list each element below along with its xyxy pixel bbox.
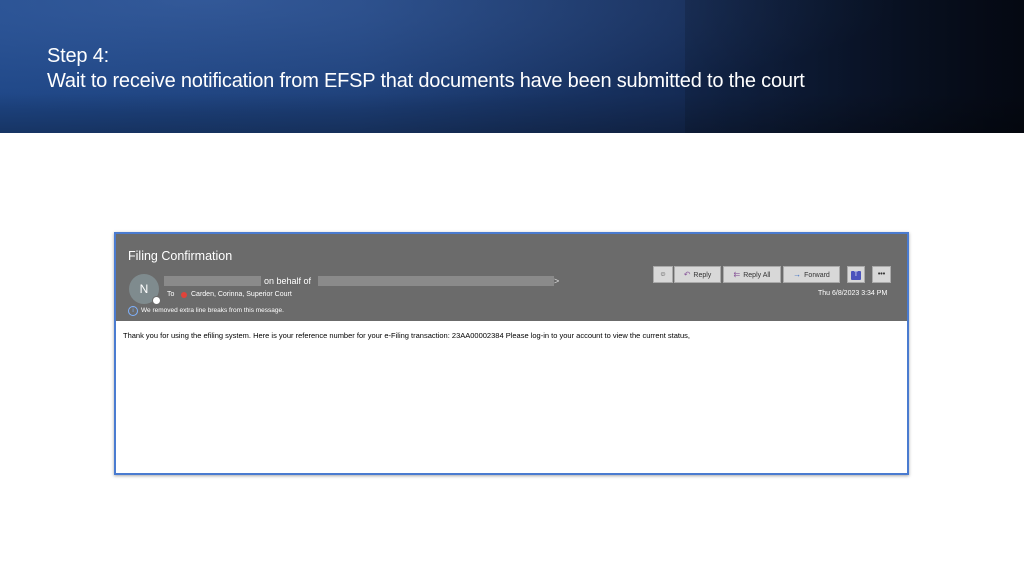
banner-shade (685, 0, 1024, 133)
recipient-status-icon (181, 292, 187, 298)
more-actions-button[interactable]: ••• (872, 266, 891, 283)
sender-address-end: > (554, 276, 560, 286)
to-recipient[interactable]: Carden, Corinna, Superior Court (191, 291, 292, 298)
emoji-icon: ☺ (659, 271, 667, 278)
step-description: Wait to receive notification from EFSP t… (47, 70, 805, 92)
reply-button[interactable]: ↶ Reply (674, 266, 721, 283)
step-label: Step 4: (47, 45, 109, 67)
email-subject: Filing Confirmation (128, 249, 233, 263)
forward-button[interactable]: → Forward (783, 266, 840, 283)
more-icon: ••• (877, 271, 886, 278)
teams-icon: T (851, 271, 861, 280)
info-notice[interactable]: We removed extra line breaks from this m… (141, 307, 284, 314)
reply-icon: ↶ (683, 270, 691, 279)
on-behalf-of-text: on behalf of (264, 276, 312, 286)
reply-all-label: Reply All (743, 272, 771, 279)
emoji-button[interactable]: ☺ (653, 266, 673, 283)
email-header: Filing Confirmation N on behalf of > To … (116, 234, 907, 321)
email-body: Thank you for using the efiling system. … (123, 331, 690, 340)
reply-all-icon: ⇇ (733, 270, 741, 279)
slide-banner: Step 4: Wait to receive notification fro… (0, 0, 1024, 133)
forward-icon: → (793, 270, 802, 279)
forward-label: Forward (804, 272, 830, 279)
info-icon: i (128, 306, 138, 316)
redacted-sender-name (164, 276, 261, 286)
email-date: Thu 6/8/2023 3:34 PM (818, 290, 888, 297)
reply-label: Reply (693, 272, 712, 279)
presence-status-icon (152, 296, 161, 305)
reply-all-button[interactable]: ⇇ Reply All (723, 266, 781, 283)
to-label: To (167, 291, 175, 298)
redacted-sender-address (318, 276, 554, 286)
teams-button[interactable]: T (847, 266, 865, 283)
email-screenshot: Filing Confirmation N on behalf of > To … (114, 232, 909, 475)
